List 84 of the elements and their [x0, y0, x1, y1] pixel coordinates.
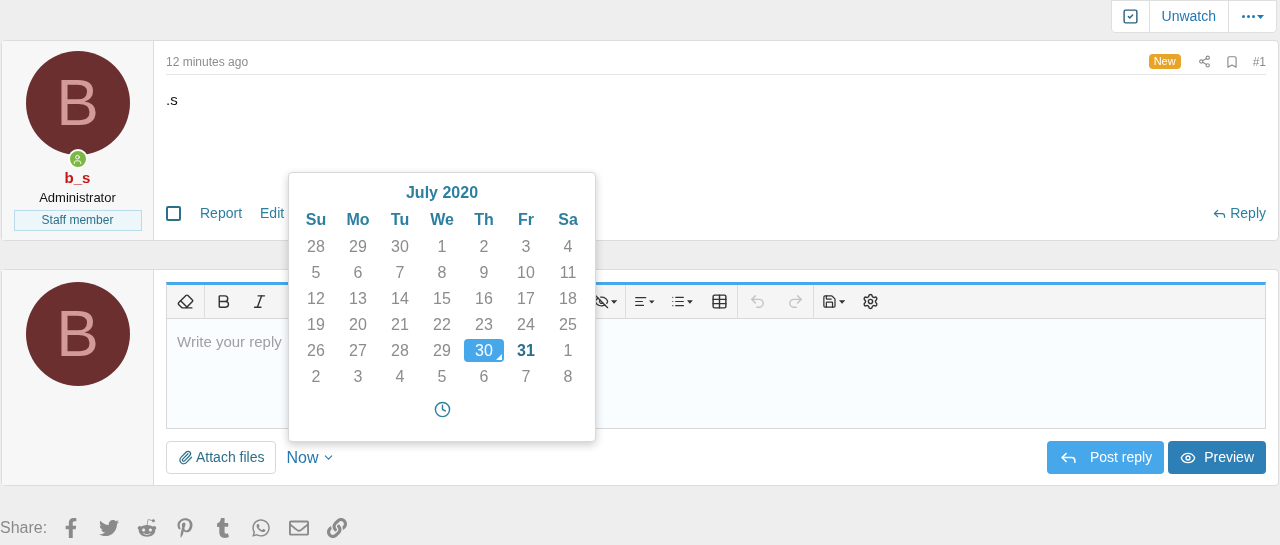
time-picker-icon[interactable]	[433, 401, 451, 418]
caret-icon	[1256, 14, 1264, 19]
share-label: Share:	[0, 518, 48, 538]
calendar-day[interactable]: 29	[338, 234, 378, 258]
select-checkbox[interactable]	[166, 206, 181, 221]
weekday-label: Mo	[345, 210, 371, 230]
reply-link[interactable]: Reply	[1212, 203, 1266, 224]
calendar-day[interactable]: 4	[380, 364, 420, 388]
calendar-day[interactable]: 7	[506, 364, 546, 388]
share-icon[interactable]	[1197, 55, 1211, 68]
email-icon[interactable]	[289, 518, 310, 538]
weekday-label: Sa	[557, 210, 579, 230]
calendar-day[interactable]: 26	[296, 338, 336, 362]
bookmark-icon[interactable]	[1224, 54, 1239, 69]
calendar-month: July 2020	[405, 183, 479, 203]
calendar-day[interactable]: 28	[296, 234, 336, 258]
post-action-link[interactable]: Report	[200, 203, 243, 224]
calendar-day[interactable]: 6	[338, 260, 378, 284]
caret-icon	[838, 299, 845, 304]
caret-icon	[687, 299, 693, 304]
calendar-day[interactable]: 6	[464, 364, 504, 388]
calendar-day[interactable]: 11	[548, 260, 588, 284]
calendar-day[interactable]: 8	[422, 260, 462, 284]
calendar-day[interactable]: 10	[506, 260, 546, 284]
calendar-day[interactable]: 3	[338, 364, 378, 388]
preview-button[interactable]: Preview	[1168, 441, 1266, 474]
calendar-day[interactable]: 31	[506, 338, 546, 362]
caret-icon	[610, 299, 617, 304]
paperclip-icon	[178, 450, 193, 465]
calendar-day[interactable]: 3	[506, 234, 546, 258]
calendar-day[interactable]: 9	[464, 260, 504, 284]
calendar-day[interactable]: 13	[338, 286, 378, 310]
post-action-link[interactable]: Edit	[260, 203, 285, 224]
user-title: Administrator	[39, 189, 116, 206]
weekday-label: Tu	[389, 210, 411, 230]
calendar-day[interactable]: 28	[380, 338, 420, 362]
calendar-day[interactable]: 5	[296, 260, 336, 284]
redo-icon	[786, 293, 804, 310]
calendar-day[interactable]: 1	[548, 338, 588, 362]
settings-icon	[861, 293, 879, 310]
post-number[interactable]: #1	[1252, 52, 1266, 71]
calendar-day[interactable]: 12	[296, 286, 336, 310]
reddit-icon[interactable]	[137, 518, 158, 538]
link-icon[interactable]	[327, 518, 348, 538]
calendar-day[interactable]: 7	[380, 260, 420, 284]
calendar-day[interactable]: 8	[548, 364, 588, 388]
avatar[interactable]: B	[25, 282, 130, 386]
post-timestamp[interactable]: 12 minutes ago	[166, 52, 249, 71]
weekday-label: Su	[304, 210, 328, 230]
post-body: .s	[166, 90, 179, 110]
staff-banner: Staff member	[13, 210, 142, 231]
calendar-day[interactable]: 30	[464, 338, 504, 362]
calendar-day[interactable]: 2	[464, 234, 504, 258]
ellipsis-icon	[1241, 15, 1255, 18]
username[interactable]: b_s	[64, 169, 91, 187]
calendar-day[interactable]: 15	[422, 286, 462, 310]
whatsapp-icon[interactable]	[251, 518, 272, 538]
schedule-dropdown[interactable]: Now	[286, 445, 335, 470]
online-status-icon	[67, 149, 88, 169]
calendar-day[interactable]: 27	[338, 338, 378, 362]
calendar-day[interactable]: 17	[506, 286, 546, 310]
calendar-day[interactable]: 2	[296, 364, 336, 388]
twitter-icon[interactable]	[99, 518, 120, 538]
eraser-icon	[177, 293, 194, 310]
caret-icon	[649, 299, 655, 304]
calendar-day[interactable]: 1	[422, 234, 462, 258]
attach-files-button[interactable]: Attach files	[166, 441, 277, 474]
corner-mark-icon	[496, 353, 502, 360]
weekday-label: Th	[473, 210, 495, 230]
calendar-day[interactable]: 29	[422, 338, 462, 362]
calendar-day[interactable]: 18	[548, 286, 588, 310]
avatar[interactable]: B	[25, 51, 130, 155]
calendar-day[interactable]: 16	[464, 286, 504, 310]
calendar-day[interactable]: 4	[548, 234, 588, 258]
calendar-day[interactable]: 14	[380, 286, 420, 310]
undo-icon	[749, 293, 766, 310]
checkbox-icon	[1121, 8, 1139, 25]
calendar-day[interactable]: 5	[422, 364, 462, 388]
weekday-label: We	[429, 210, 455, 230]
weekday-label: Fr	[517, 210, 535, 230]
post-reply-button[interactable]: Post reply	[1046, 441, 1165, 474]
calendar-day[interactable]: 30	[380, 234, 420, 258]
new-badge: New	[1148, 54, 1181, 69]
table-icon	[710, 293, 728, 310]
